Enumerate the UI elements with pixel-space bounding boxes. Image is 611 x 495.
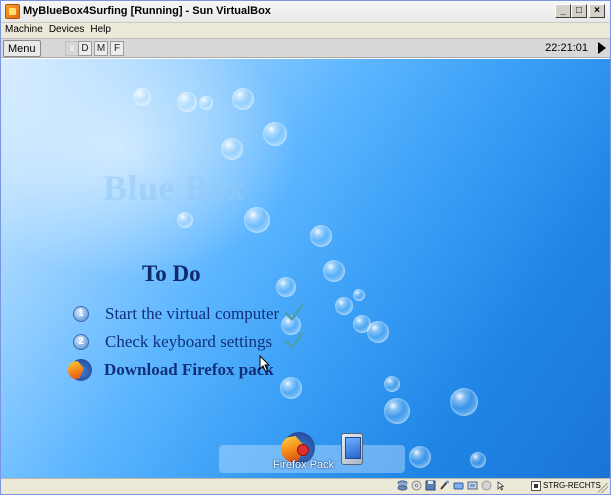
todo-label: Start the virtual computer [105,304,280,323]
mouse-integration-icon[interactable] [495,480,506,491]
guest-screen[interactable]: Blue Box To Do 1 Start the virtual compu… [1,59,610,478]
bubble-decoration [263,122,287,146]
todo-title: To Do [142,261,201,286]
bubble-decoration [177,212,193,228]
toolbar-button-f[interactable]: F [110,41,124,56]
virtualbox-icon [5,4,20,19]
vbox-toolbar: Menu x D M F 22:21:01 [1,38,610,58]
bubble-decoration [323,260,345,282]
resize-grip[interactable] [598,483,608,493]
bubble-decoration [177,92,197,112]
menu-button[interactable]: Menu [3,40,41,57]
checkmark-icon [284,304,304,321]
cd-icon[interactable] [411,480,422,491]
menu-help[interactable]: Help [87,23,114,35]
bubble-decoration [367,321,389,343]
bubble-decoration [280,377,302,399]
clock: 22:21:01 [545,42,588,54]
device-icon[interactable] [341,433,363,465]
network-icon[interactable] [439,480,450,491]
blue-box-watermark: Blue Box [103,168,247,208]
bubble-decoration [244,207,270,233]
bubble-decoration [335,297,353,315]
todo-label: Download Firefox pack [104,360,274,379]
bubble-decoration [384,376,400,392]
usb-icon[interactable] [453,480,464,491]
toolbar-button-m[interactable]: M [94,41,108,56]
bubble-decoration [221,138,243,160]
bubble-decoration [276,277,296,297]
host-key-icon [531,481,541,491]
bubble-decoration [450,388,478,416]
floppy-icon[interactable] [425,480,436,491]
close-icon: × [594,5,600,16]
play-icon[interactable] [598,42,606,54]
virtualbox-window: MyBlueBox4Surfing [Running] - Sun Virtua… [0,0,611,495]
toolbar-button-x[interactable]: x [65,41,79,56]
firefox-icon [70,359,92,381]
bubble-decoration [133,88,151,106]
step-1-icon: 1 [73,306,89,322]
toolbar-button-d[interactable]: D [78,41,92,56]
status-icons [397,480,506,491]
bubble-decoration [470,452,486,468]
title-bar[interactable]: MyBlueBox4Surfing [Running] - Sun Virtua… [1,1,610,23]
bubble-decoration [409,446,431,468]
minimize-button[interactable]: _ [555,4,571,18]
maximize-button[interactable]: □ [571,4,587,18]
todo-item-2[interactable]: 2 Check keyboard settings [73,331,272,353]
shared-folders-icon[interactable] [467,480,478,491]
bubble-decoration [232,88,254,110]
minimize-icon: _ [560,5,566,16]
hard-disk-icon[interactable] [397,480,408,491]
firefox-pack-label: Firefox Pack [273,459,335,471]
close-button[interactable]: × [589,4,605,18]
virtualization-icon [481,480,492,491]
menu-bar: Machine Devices Help [1,23,610,38]
host-key-label: STRG-RECHTS [543,481,601,490]
todo-item-3[interactable]: Download Firefox pack [70,359,274,381]
mouse-cursor-icon [259,355,271,373]
window-controls: _ □ × [555,4,605,18]
bubble-decoration [310,225,332,247]
menu-machine[interactable]: Machine [1,23,46,35]
checkmark-icon [284,332,304,349]
bubble-decoration [353,289,365,301]
bubble-decoration [384,398,410,424]
step-2-icon: 2 [73,334,89,350]
menu-devices[interactable]: Devices [46,23,88,35]
maximize-icon: □ [575,5,583,16]
todo-label: Check keyboard settings [105,332,273,351]
status-bar: STRG-RECHTS [1,478,610,494]
window-title: MyBlueBox4Surfing [Running] - Sun Virtua… [23,5,271,17]
bubble-decoration [199,96,213,110]
todo-item-1[interactable]: 1 Start the virtual computer [73,303,279,325]
